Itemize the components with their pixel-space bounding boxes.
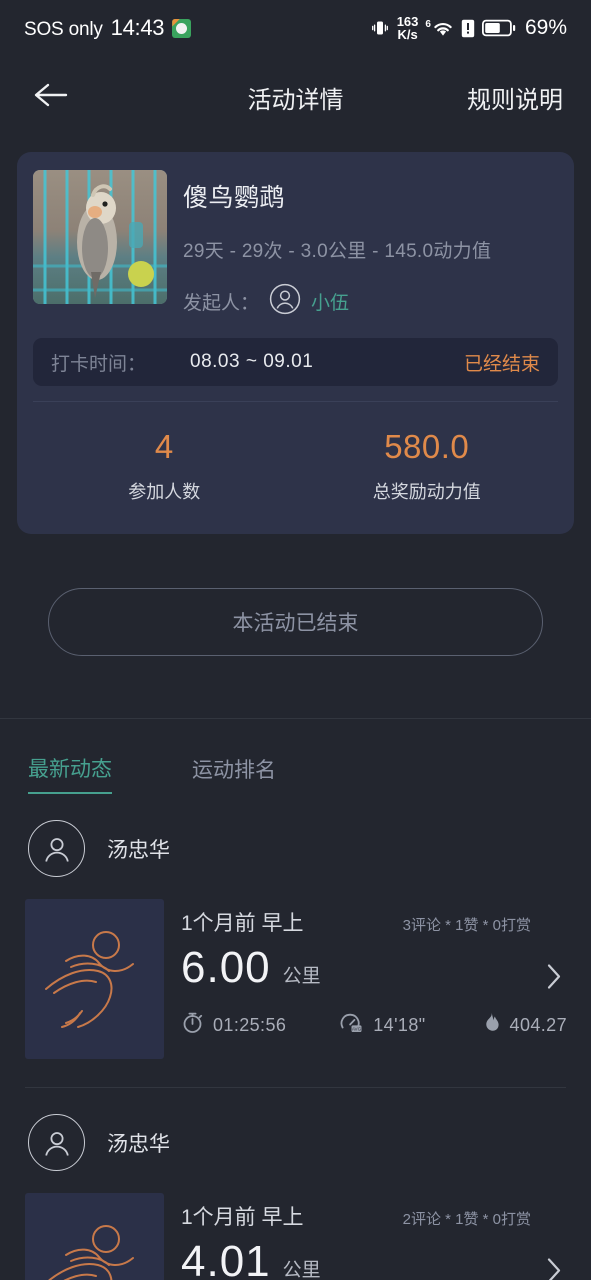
workout-social-stats: 2评论 * 1赞 * 0打赏 xyxy=(402,1211,531,1228)
status-bar: SOS only 14:43 163 K/s 6 69% xyxy=(0,0,591,56)
arrow-left-icon xyxy=(32,80,70,115)
feed-username: 汤忠华 xyxy=(107,838,170,862)
chevron-right-icon[interactable] xyxy=(545,962,563,997)
app-screen: SOS only 14:43 163 K/s 6 69% 活动详情 规则说明 傻… xyxy=(0,0,591,1280)
tab-sport-ranking[interactable]: 运动排名 xyxy=(192,754,276,793)
back-button[interactable] xyxy=(28,74,74,120)
metric-duration: 01:25:56 xyxy=(181,1011,339,1039)
metric-calories-value: 404.27 xyxy=(509,1014,567,1035)
workout-distance-unit: 公里 xyxy=(282,966,321,987)
metric-pace: AVG 14'18" xyxy=(339,1011,480,1039)
workout-meta-row: 1个月前 早上 3评论 * 1赞 * 0打赏 xyxy=(181,907,567,937)
avatar[interactable] xyxy=(28,820,85,877)
stat-label: 参加人数 xyxy=(128,482,201,502)
owner-label: 发起人： xyxy=(183,293,260,314)
tab-latest-activity[interactable]: 最新动态 xyxy=(28,753,112,794)
stat-value: 580.0 xyxy=(384,428,470,465)
workout-thumbnail[interactable] xyxy=(25,899,164,1059)
list-item: 汤忠华 1个月前 早上 xyxy=(0,794,591,1088)
punch-time-row: 打卡时间： 08.03 ~ 09.01 已经结束 xyxy=(33,338,558,386)
stat-value: 4 xyxy=(154,428,174,465)
rules-link[interactable]: 规则说明 xyxy=(467,80,563,115)
workout-summary[interactable]: 1个月前 早上 3评论 * 1赞 * 0打赏 6.00 公里 01:25:56 … xyxy=(0,877,591,1059)
metric-pace-value: 14'18" xyxy=(373,1014,426,1035)
activity-thumbnail[interactable] xyxy=(33,170,167,304)
punch-time-value: 08.03 ~ 09.01 xyxy=(190,351,314,372)
stat-label: 总奖励动力值 xyxy=(372,482,481,502)
activity-card: 傻鸟鹦鹉 29天 - 29次 - 3.0公里 - 145.0动力值 发起人： 小… xyxy=(17,152,574,534)
activity-owner[interactable]: 发起人： 小伍 xyxy=(183,283,558,320)
metric-duration-value: 01:25:56 xyxy=(213,1014,287,1035)
status-bar-left: SOS only 14:43 xyxy=(24,15,192,41)
network-speed: 163 K/s xyxy=(397,15,419,41)
workout-distance-row: 4.01 公里 xyxy=(181,1237,567,1280)
sim-alert-icon xyxy=(461,19,475,38)
speedometer-avg-icon: AVG xyxy=(339,1011,364,1039)
feed-user-row[interactable]: 汤忠华 xyxy=(0,1114,591,1171)
owner-name[interactable]: 小伍 xyxy=(311,288,349,315)
metric-calories: 404.27 xyxy=(481,1011,567,1039)
punch-status-badge: 已经结束 xyxy=(463,353,540,375)
status-bar-right: 163 K/s 6 69% xyxy=(370,15,567,41)
flame-icon xyxy=(481,1011,501,1039)
stat-total-reward: 580.0 总奖励动力值 xyxy=(296,428,559,504)
activity-title: 傻鸟鹦鹉 xyxy=(183,184,286,212)
workout-thumbnail[interactable] xyxy=(25,1193,164,1280)
avatar[interactable] xyxy=(28,1114,85,1171)
app-notification-icon xyxy=(172,18,192,38)
navigation-bar: 活动详情 规则说明 xyxy=(0,56,591,138)
feed-user-row[interactable]: 汤忠华 xyxy=(0,820,591,877)
activity-stats: 4 参加人数 580.0 总奖励动力值 xyxy=(33,402,558,534)
owner-avatar-icon xyxy=(269,283,301,320)
workout-distance-value: 4.01 xyxy=(181,1237,271,1280)
list-item: 汤忠华 1个月前 早上 xyxy=(0,1088,591,1280)
workout-details: 1个月前 早上 3评论 * 1赞 * 0打赏 6.00 公里 01:25:56 … xyxy=(181,899,567,1059)
carrier-label: SOS only xyxy=(24,19,103,40)
workout-details: 1个月前 早上 2评论 * 1赞 * 0打赏 4.01 公里 xyxy=(181,1193,567,1280)
workout-metrics: 01:25:56 AVG 14'18" 404.27 xyxy=(181,1011,567,1039)
wifi-generation-label: 6 xyxy=(425,19,431,30)
stat-participants: 4 参加人数 xyxy=(33,428,296,504)
stopwatch-icon xyxy=(181,1011,204,1039)
workout-distance-row: 6.00 公里 xyxy=(181,943,567,993)
activity-summary: 29天 - 29次 - 3.0公里 - 145.0动力值 xyxy=(183,241,492,262)
battery-percent-label: 69% xyxy=(524,16,567,39)
feed-username: 汤忠华 xyxy=(107,1132,170,1156)
activity-ended-button[interactable]: 本活动已结束 xyxy=(48,588,543,656)
feed-tabs: 最新动态 运动排名 xyxy=(0,719,591,794)
activity-card-header: 傻鸟鹦鹉 29天 - 29次 - 3.0公里 - 145.0动力值 发起人： 小… xyxy=(33,170,558,320)
clock-label: 14:43 xyxy=(110,15,165,40)
workout-distance-unit: 公里 xyxy=(282,1260,321,1280)
svg-text:AVG: AVG xyxy=(352,1026,362,1031)
workout-summary[interactable]: 1个月前 早上 2评论 * 1赞 * 0打赏 4.01 公里 xyxy=(0,1171,591,1280)
network-speed-unit: K/s xyxy=(397,27,418,42)
workout-social-stats: 3评论 * 1赞 * 0打赏 xyxy=(402,917,531,934)
punch-time-label: 打卡时间： xyxy=(51,353,147,375)
workout-time: 1个月前 早上 xyxy=(181,1206,304,1229)
vibrate-icon xyxy=(370,18,390,38)
workout-meta-row: 1个月前 早上 2评论 * 1赞 * 0打赏 xyxy=(181,1201,567,1231)
wifi-group: 6 xyxy=(425,19,454,37)
wifi-icon xyxy=(432,20,454,37)
battery-icon xyxy=(481,19,516,37)
workout-time: 1个月前 早上 xyxy=(181,912,304,935)
chevron-right-icon[interactable] xyxy=(545,1256,563,1280)
activity-info: 傻鸟鹦鹉 29天 - 29次 - 3.0公里 - 145.0动力值 发起人： 小… xyxy=(183,170,558,320)
workout-distance-value: 6.00 xyxy=(181,943,271,992)
